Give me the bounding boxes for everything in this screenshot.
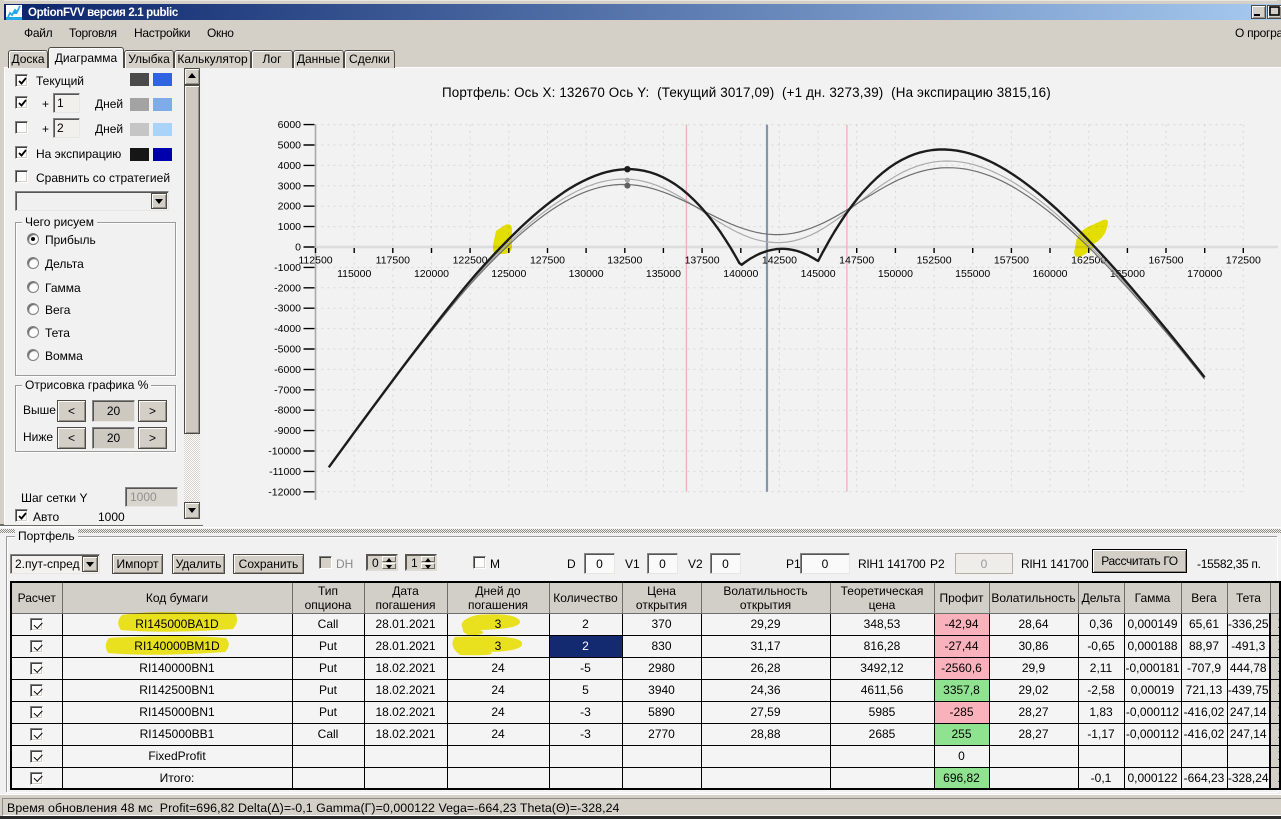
svg-text:-11000: -11000 — [269, 466, 301, 478]
svg-text:6000: 6000 — [278, 119, 302, 131]
svg-text:-10000: -10000 — [268, 446, 301, 458]
svg-text:167500: 167500 — [1148, 255, 1183, 267]
svg-text:127500: 127500 — [530, 255, 565, 267]
svg-text:122500: 122500 — [453, 255, 488, 267]
svg-text:-3000: -3000 — [274, 303, 301, 315]
svg-text:2000: 2000 — [278, 201, 302, 213]
svg-text:160000: 160000 — [1032, 268, 1067, 280]
svg-text:-1000: -1000 — [274, 262, 301, 274]
svg-text:-9000: -9000 — [274, 425, 301, 437]
svg-text:170000: 170000 — [1187, 268, 1222, 280]
svg-text:0: 0 — [295, 242, 301, 254]
svg-text:-6000: -6000 — [274, 364, 301, 376]
svg-text:-7000: -7000 — [274, 384, 301, 396]
svg-text:142500: 142500 — [762, 255, 797, 267]
svg-text:155000: 155000 — [955, 268, 990, 280]
svg-text:135000: 135000 — [646, 268, 681, 280]
svg-text:172500: 172500 — [1226, 255, 1261, 267]
svg-text:145000: 145000 — [801, 268, 836, 280]
svg-text:117500: 117500 — [376, 255, 410, 267]
svg-text:-2000: -2000 — [274, 282, 301, 294]
svg-text:-4000: -4000 — [274, 323, 301, 335]
svg-text:152500: 152500 — [917, 255, 952, 267]
svg-text:4000: 4000 — [278, 160, 302, 172]
svg-text:120000: 120000 — [414, 268, 449, 280]
svg-text:-12000: -12000 — [268, 486, 301, 498]
svg-text:140000: 140000 — [723, 268, 758, 280]
svg-text:-5000: -5000 — [274, 344, 301, 356]
svg-text:-8000: -8000 — [274, 405, 301, 417]
svg-text:150000: 150000 — [878, 268, 913, 280]
svg-text:5000: 5000 — [278, 140, 302, 152]
svg-text:1000: 1000 — [278, 221, 302, 233]
svg-text:3000: 3000 — [278, 180, 302, 192]
svg-text:130000: 130000 — [569, 268, 604, 280]
svg-text:147500: 147500 — [839, 255, 874, 267]
svg-text:137500: 137500 — [685, 255, 720, 267]
svg-text:132500: 132500 — [607, 255, 642, 267]
svg-text:125000: 125000 — [491, 268, 526, 280]
svg-text:Портфель: Ось X: 132670 Ось Y:: Портфель: Ось X: 132670 Ось Y: (Текущий … — [442, 85, 1051, 100]
svg-text:157500: 157500 — [994, 255, 1029, 267]
svg-text:115000: 115000 — [337, 268, 371, 280]
svg-text:112500: 112500 — [298, 255, 332, 267]
